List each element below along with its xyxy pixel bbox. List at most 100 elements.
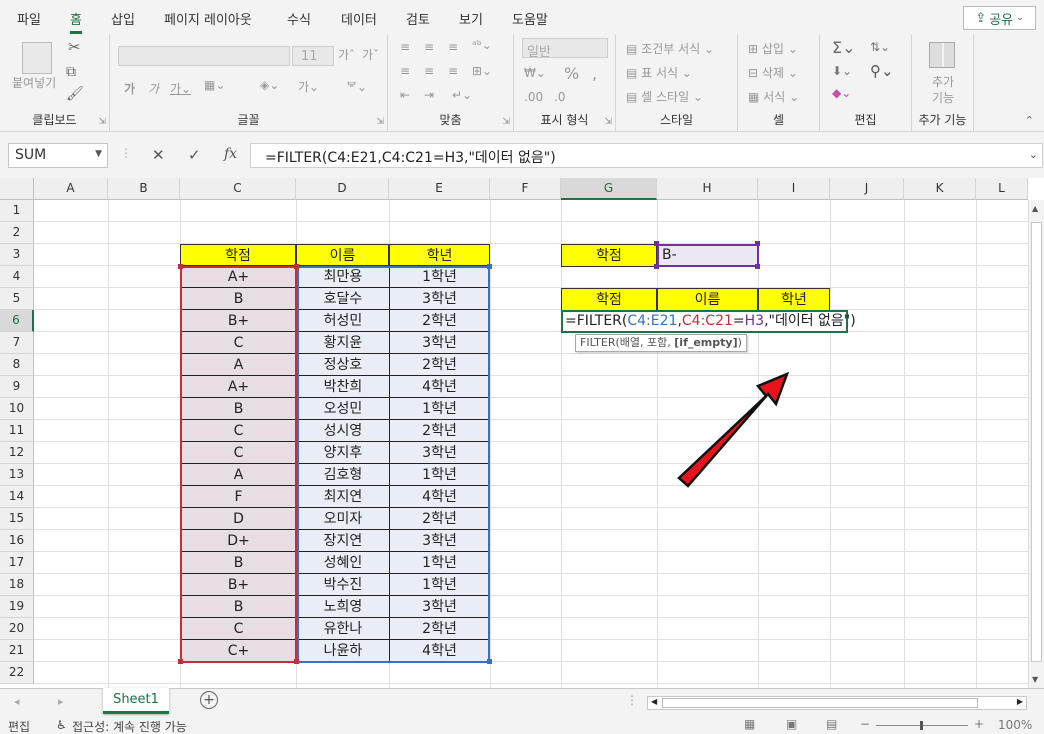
table-cell[interactable]: 김호형 <box>296 464 389 486</box>
row-header-7[interactable]: 7 <box>0 332 34 354</box>
align-top-icon[interactable]: ≡ <box>400 40 410 54</box>
row-header-3[interactable]: 3 <box>0 244 34 266</box>
horizontal-scrollbar[interactable]: ◀ ▶ <box>647 696 1027 710</box>
row-header-11[interactable]: 11 <box>0 420 34 442</box>
enter-icon[interactable]: ✓ <box>188 146 201 164</box>
addins-button[interactable]: 추가 기능 <box>928 74 958 106</box>
table-cell[interactable]: 성혜인 <box>296 552 389 574</box>
table-cell[interactable]: B <box>180 288 296 310</box>
table-cell[interactable]: B+ <box>180 310 296 332</box>
row-header-8[interactable]: 8 <box>0 354 34 376</box>
row-header-21[interactable]: 21 <box>0 640 34 662</box>
table-cell[interactable]: B <box>180 596 296 618</box>
page-layout-view-icon[interactable]: ▣ <box>786 717 797 731</box>
result-header-year[interactable]: 학년 <box>758 288 830 311</box>
row-header-1[interactable]: 1 <box>0 200 34 222</box>
table-cell[interactable]: 3학년 <box>389 530 490 552</box>
table-cell[interactable]: 오미자 <box>296 508 389 530</box>
table-cell[interactable]: 2학년 <box>389 618 490 640</box>
cut-icon[interactable]: ✂ <box>68 38 81 56</box>
table-cell[interactable]: 양지후 <box>296 442 389 464</box>
decrease-font-icon[interactable]: 가ˇ <box>362 46 379 63</box>
table-cell[interactable]: 성시영 <box>296 420 389 442</box>
scroll-right-icon[interactable]: ▶ <box>1017 697 1023 706</box>
tab-help[interactable]: 도움말 <box>512 9 548 28</box>
row-header-12[interactable]: 12 <box>0 442 34 464</box>
phonetic-icon[interactable]: ᄫ⌄ <box>346 78 367 95</box>
table-cell[interactable]: 3학년 <box>389 332 490 354</box>
add-sheet-icon[interactable]: + <box>200 691 218 709</box>
conditional-format-button[interactable]: ▤ 조건부 서식 ⌄ <box>626 40 714 57</box>
increase-decimal-icon[interactable]: .00 <box>524 90 543 104</box>
table-cell[interactable]: B+ <box>180 574 296 596</box>
align-right-icon[interactable]: ≡ <box>448 64 458 78</box>
align-middle-icon[interactable]: ≡ <box>424 40 434 54</box>
column-header-k[interactable]: K <box>904 178 976 200</box>
tab-file[interactable]: 파일 <box>17 9 41 28</box>
row-header-9[interactable]: 9 <box>0 376 34 398</box>
cancel-icon[interactable]: ✕ <box>152 146 165 164</box>
column-header-i[interactable]: I <box>758 178 830 200</box>
row-header-17[interactable]: 17 <box>0 552 34 574</box>
addins-icon[interactable] <box>929 42 955 68</box>
column-header-j[interactable]: J <box>830 178 904 200</box>
accessibility-status[interactable]: 접근성: 계속 진행 가능 <box>72 718 187 734</box>
row-header-2[interactable]: 2 <box>0 222 34 244</box>
table-cell[interactable]: 최지연 <box>296 486 389 508</box>
table-cell[interactable]: A <box>180 464 296 486</box>
delete-cells-button[interactable]: ⊟ 삭제 ⌄ <box>748 64 798 81</box>
sheet-tab-sheet1[interactable]: Sheet1 <box>103 688 169 714</box>
comma-icon[interactable]: , <box>592 64 597 83</box>
name-box[interactable]: SUM ▼ <box>8 143 108 168</box>
accounting-icon[interactable]: ₩⌄ <box>524 66 546 80</box>
table-cell[interactable]: 4학년 <box>389 640 490 662</box>
decrease-indent-icon[interactable]: ⇤ <box>400 88 410 102</box>
vertical-scrollbar[interactable]: ▲ ▼ <box>1028 200 1044 688</box>
wrap-text-icon[interactable]: ↵⌄ <box>452 88 472 102</box>
autosum-icon[interactable]: Σ⌄ <box>832 38 856 57</box>
column-header-b[interactable]: B <box>108 178 180 200</box>
table-cell[interactable]: 황지윤 <box>296 332 389 354</box>
paste-icon[interactable] <box>22 42 52 74</box>
row-header-5[interactable]: 5 <box>0 288 34 310</box>
table-cell[interactable]: 3학년 <box>389 596 490 618</box>
row-header-22[interactable]: 22 <box>0 662 34 684</box>
table-cell[interactable]: 3학년 <box>389 288 490 310</box>
format-cells-button[interactable]: ▦ 서식 ⌄ <box>748 88 799 105</box>
borders-icon[interactable]: ▦⌄ <box>204 78 225 92</box>
font-name-select[interactable] <box>118 46 290 66</box>
chevron-down-icon[interactable]: ▼ <box>95 149 102 159</box>
zoom-slider-thumb[interactable] <box>920 721 923 730</box>
table-cell[interactable]: 4학년 <box>389 486 490 508</box>
table-cell[interactable]: 장지연 <box>296 530 389 552</box>
criteria-label-cell[interactable]: 학점 <box>561 244 657 267</box>
table-header-cell[interactable]: 학점 <box>180 244 296 266</box>
formula-input[interactable]: =FILTER(C4:E21,C4:C21=H3,"데이터 없음") ⌄ <box>250 143 1043 168</box>
tab-home[interactable]: 홈 <box>70 9 82 34</box>
bold-icon[interactable]: 가 <box>124 80 135 97</box>
table-cell[interactable]: 노희영 <box>296 596 389 618</box>
table-cell[interactable]: A <box>180 354 296 376</box>
merge-icon[interactable]: ⊞⌄ <box>472 64 492 78</box>
table-cell[interactable]: 1학년 <box>389 464 490 486</box>
insert-cells-button[interactable]: ⊞ 삽입 ⌄ <box>748 40 798 57</box>
zoom-in-icon[interactable]: + <box>974 717 984 731</box>
clear-icon[interactable]: ◆⌄ <box>832 86 851 100</box>
table-cell[interactable]: C <box>180 332 296 354</box>
next-sheet-icon[interactable]: ▸ <box>58 695 64 708</box>
table-cell[interactable]: D+ <box>180 530 296 552</box>
row-header-16[interactable]: 16 <box>0 530 34 552</box>
tab-page-layout[interactable]: 페이지 레이아웃 <box>164 9 252 28</box>
table-cell[interactable]: B <box>180 398 296 420</box>
table-cell[interactable]: 허성민 <box>296 310 389 332</box>
dialog-launcher-icon[interactable]: ⇲ <box>376 117 384 127</box>
normal-view-icon[interactable]: ▦ <box>744 717 755 731</box>
tab-view[interactable]: 보기 <box>459 9 483 28</box>
align-left-icon[interactable]: ≡ <box>400 64 410 78</box>
column-header-h[interactable]: H <box>657 178 758 200</box>
page-break-view-icon[interactable]: ▤ <box>826 717 837 731</box>
zoom-out-icon[interactable]: − <box>860 717 870 731</box>
format-as-table-button[interactable]: ▤ 표 서식 ⌄ <box>626 64 692 81</box>
result-header-name[interactable]: 이름 <box>657 288 758 311</box>
dialog-launcher-icon[interactable]: ⇲ <box>502 117 510 127</box>
